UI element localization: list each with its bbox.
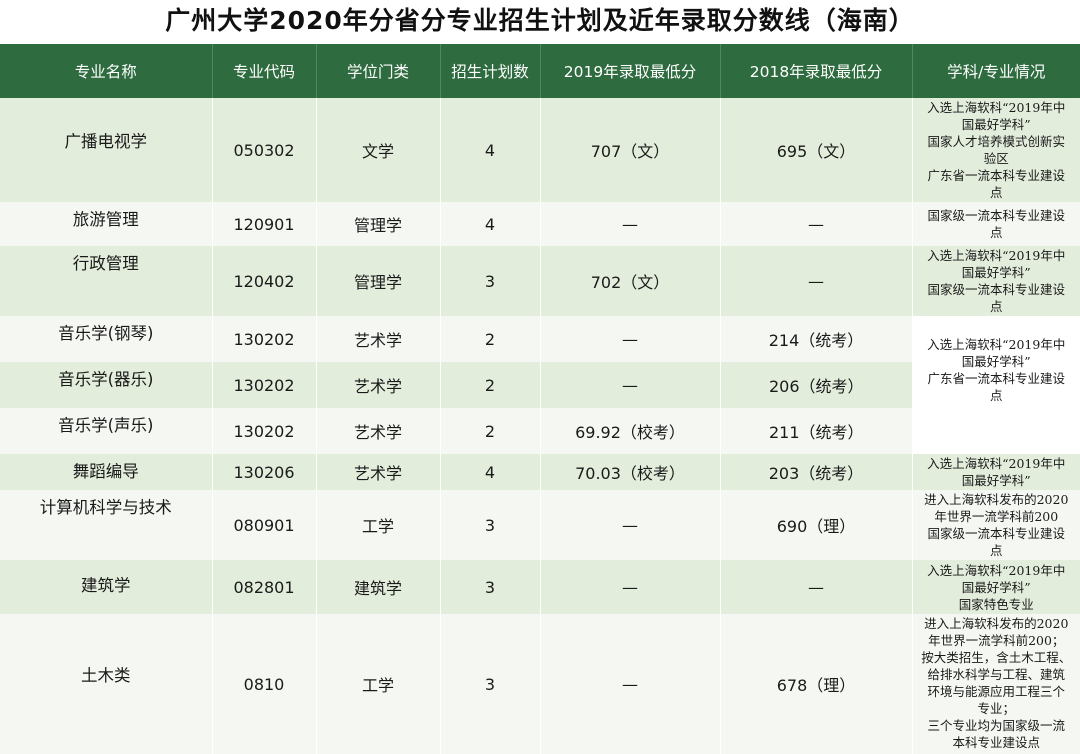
header-degree-category: 学位门类: [316, 44, 441, 98]
score-2019: —: [540, 490, 721, 560]
discipline-note: 国家级一流本科专业建设 点: [912, 202, 1080, 246]
major-name: 土木类: [0, 614, 213, 754]
discipline-note-text: 进入上海软科发布的2020 年世界一流学科前200； 按大类招生，含土木工程、 …: [921, 616, 1072, 750]
score-2019: 69.92（校考）: [540, 408, 721, 454]
plan-count: 2: [440, 362, 541, 408]
score-2019: —: [540, 614, 721, 754]
score-2018: —: [720, 246, 913, 316]
header-major-code: 专业代码: [212, 44, 317, 98]
major-code: 120402: [212, 246, 317, 316]
discipline-note: 进入上海软科发布的2020 年世界一流学科前200； 按大类招生，含土木工程、 …: [912, 614, 1080, 754]
plan-count: 3: [440, 246, 541, 316]
admission-table: 专业名称 专业代码 学位门类 招生计划数 2019年录取最低分 2018年录取最…: [0, 44, 1080, 754]
degree-category: 艺术学: [316, 408, 441, 454]
discipline-note-text: 入选上海软科“2019年中 国最好学科” 广东省一流本科专业建设 点: [927, 337, 1066, 403]
score-2018: —: [720, 560, 913, 614]
score-2018: 206（统考）: [720, 362, 912, 408]
score-2019: —: [540, 316, 721, 362]
plan-count: 2: [440, 316, 541, 362]
plan-count: 2: [440, 408, 541, 454]
discipline-note-text: 入选上海软科“2019年中 国最好学科”: [927, 456, 1066, 488]
table-row: 广播电视学 050302 文学 4 707（文） 695（文） 入选上海软科“2…: [0, 98, 1080, 202]
score-2018: 211（统考）: [720, 408, 912, 454]
major-code: 050302: [212, 98, 317, 202]
discipline-note-text: 进入上海软科发布的2020 年世界一流学科前200 国家级一流本科专业建设 点: [924, 492, 1069, 558]
degree-category: 艺术学: [316, 316, 441, 362]
header-score-2019: 2019年录取最低分: [540, 44, 721, 98]
score-2018: 203（统考）: [720, 454, 913, 490]
major-code: 082801: [212, 560, 317, 614]
discipline-note-text: 国家级一流本科专业建设 点: [927, 208, 1065, 240]
score-2018: 678（理）: [720, 614, 913, 754]
plan-count: 4: [440, 98, 541, 202]
major-code: 120901: [212, 202, 317, 246]
major-name: 舞蹈编导: [0, 454, 213, 490]
score-2019: 707（文）: [540, 98, 721, 202]
table-row: 音乐学(钢琴) 130202 艺术学 2 — 214（统考） 入选上海软科“20…: [0, 316, 1080, 454]
major-name: 计算机科学与技术: [0, 490, 213, 560]
degree-category: 艺术学: [316, 362, 441, 408]
header-score-2018: 2018年录取最低分: [720, 44, 913, 98]
major-code: 0810: [212, 614, 317, 754]
table-row: 建筑学 082801 建筑学 3 — — 入选上海软科“2019年中 国最好学科…: [0, 560, 1080, 614]
score-2019: 702（文）: [540, 246, 721, 316]
major-name: 音乐学(声乐): [0, 408, 213, 454]
discipline-note-text: 入选上海软科“2019年中 国最好学科” 国家人才培养模式创新实 验区 广东省一…: [927, 100, 1066, 200]
discipline-note: 入选上海软科“2019年中 国最好学科”: [912, 454, 1080, 490]
major-name: 行政管理: [0, 246, 213, 316]
plan-count: 3: [440, 560, 541, 614]
plan-count: 3: [440, 614, 541, 754]
header-discipline-info: 学科/专业情况: [912, 44, 1080, 98]
discipline-note-text: 入选上海软科“2019年中 国最好学科” 国家特色专业: [927, 562, 1066, 612]
table-row: 行政管理 120402 管理学 3 702（文） — 入选上海软科“2019年中…: [0, 246, 1080, 316]
major-code: 130206: [212, 454, 317, 490]
major-name: 建筑学: [0, 560, 213, 614]
score-2018: —: [720, 202, 913, 246]
discipline-note: 入选上海软科“2019年中 国最好学科” 广东省一流本科专业建设 点: [912, 316, 1080, 454]
major-code: 130202: [212, 316, 317, 362]
score-2018: 214（统考）: [720, 316, 913, 362]
header-row: 专业名称 专业代码 学位门类 招生计划数 2019年录取最低分 2018年录取最…: [0, 44, 1080, 98]
table-row: 舞蹈编导 130206 艺术学 4 70.03（校考） 203（统考） 入选上海…: [0, 454, 1080, 490]
plan-count: 4: [440, 202, 541, 246]
score-2019: —: [540, 202, 721, 246]
discipline-note: 入选上海软科“2019年中 国最好学科” 国家级一流本科专业建设 点: [912, 246, 1080, 316]
page-title: 广州大学2020年分省分专业招生计划及近年录取分数线（海南）: [165, 6, 915, 35]
major-name: 音乐学(器乐): [0, 362, 213, 408]
discipline-note: 入选上海软科“2019年中 国最好学科” 国家人才培养模式创新实 验区 广东省一…: [912, 98, 1080, 202]
score-2019: 70.03（校考）: [540, 454, 721, 490]
table-row: 土木类 0810 工学 3 — 678（理） 进入上海软科发布的2020 年世界…: [0, 614, 1080, 754]
degree-category: 文学: [316, 98, 441, 202]
discipline-note: 进入上海软科发布的2020 年世界一流学科前200 国家级一流本科专业建设 点: [912, 490, 1080, 560]
plan-count: 4: [440, 454, 541, 490]
header-major-name: 专业名称: [0, 44, 213, 98]
major-name: 旅游管理: [0, 202, 213, 246]
score-2019: —: [540, 560, 721, 614]
score-2019: —: [540, 362, 721, 408]
discipline-note-text: 入选上海软科“2019年中 国最好学科” 国家级一流本科专业建设 点: [927, 248, 1066, 314]
degree-category: 艺术学: [316, 454, 441, 490]
major-name: 广播电视学: [0, 98, 213, 202]
major-code: 080901: [212, 490, 317, 560]
degree-category: 工学: [316, 490, 441, 560]
plan-count: 3: [440, 490, 541, 560]
header-plan-count: 招生计划数: [440, 44, 541, 98]
degree-category: 建筑学: [316, 560, 441, 614]
table-row: 计算机科学与技术 080901 工学 3 — 690（理） 进入上海软科发布的2…: [0, 490, 1080, 560]
degree-category: 管理学: [316, 202, 441, 246]
score-2018: 690（理）: [720, 490, 913, 560]
table-row: 旅游管理 120901 管理学 4 — — 国家级一流本科专业建设 点: [0, 202, 1080, 246]
degree-category: 工学: [316, 614, 441, 754]
score-2018: 695（文）: [720, 98, 913, 202]
major-name: 音乐学(钢琴): [0, 316, 213, 362]
degree-category: 管理学: [316, 246, 441, 316]
major-code: 130202: [212, 408, 317, 454]
discipline-note: 入选上海软科“2019年中 国最好学科” 国家特色专业: [912, 560, 1080, 614]
major-code: 130202: [212, 362, 317, 408]
